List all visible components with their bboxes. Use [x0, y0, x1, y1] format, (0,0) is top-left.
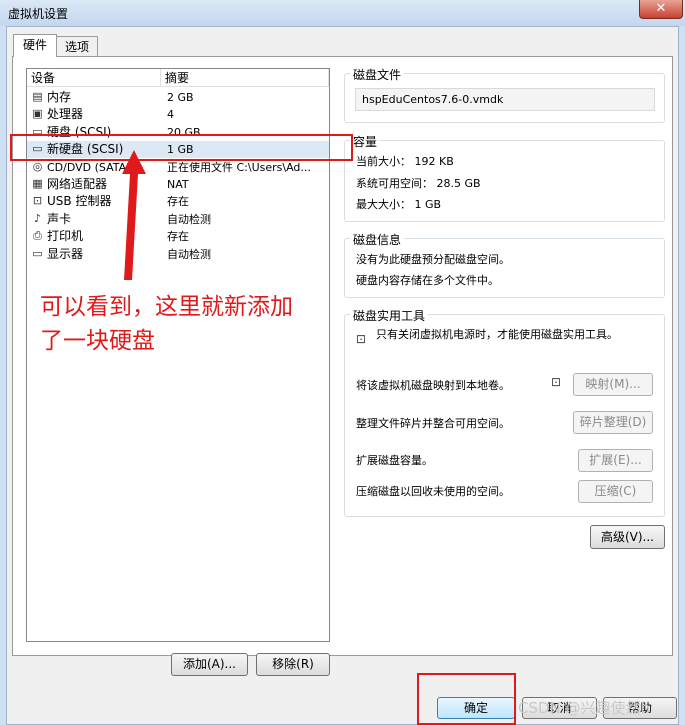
- title-bar: [0, 0, 685, 26]
- device-row-network[interactable]: ▦ 网络适配器 NAT: [27, 176, 329, 193]
- device-summary: 正在使用文件 C:\Users\Ad...: [167, 161, 311, 174]
- window-title: 虚拟机设置: [8, 7, 69, 21]
- capacity-title: 容量: [350, 133, 381, 150]
- disk-utilities-title: 磁盘实用工具: [350, 307, 429, 324]
- annotation-line1: 可以看到，这里就新添加: [40, 294, 293, 320]
- device-row-memory[interactable]: ▤ 内存 2 GB: [27, 89, 329, 106]
- device-summary: 自动检测: [167, 248, 211, 261]
- disk-info-line2: 硬盘内容存储在多个文件中。: [356, 274, 499, 287]
- cdrom-icon: ◎: [32, 160, 43, 173]
- column-header-device[interactable]: 设备: [27, 69, 161, 87]
- usb-icon: ⊡: [32, 194, 43, 207]
- remove-device-button[interactable]: 移除(R): [256, 653, 330, 676]
- printer-icon: ⎙: [33, 229, 42, 242]
- compact-button[interactable]: 压缩(C): [578, 480, 653, 503]
- device-name: USB 控制器: [47, 194, 112, 208]
- device-summary: 自动检测: [167, 213, 211, 226]
- tab-hardware[interactable]: 硬件: [13, 34, 57, 57]
- sound-icon: ♪: [33, 212, 42, 225]
- expand-button[interactable]: 扩展(E)...: [578, 449, 653, 472]
- tab-options[interactable]: 选项: [56, 36, 98, 57]
- max-size: 最大大小： 1 GB: [356, 198, 442, 211]
- device-name: 显示器: [47, 247, 84, 261]
- device-name: 内存: [47, 90, 72, 104]
- red-arrow: [122, 150, 146, 280]
- device-summary: 存在: [167, 195, 189, 208]
- device-row-display[interactable]: ▭ 显示器 自动检测: [27, 246, 329, 263]
- expand-label: 扩展磁盘容量。: [356, 454, 433, 467]
- device-row-cddvd[interactable]: ◎ CD/DVD (SATA) 正在使用文件 C:\Users\Ad...: [27, 159, 329, 176]
- close-button[interactable]: ✕: [639, 0, 683, 19]
- defrag-button[interactable]: 碎片整理(D): [573, 411, 653, 434]
- memory-icon: ▤: [32, 90, 43, 103]
- network-icon: ▦: [32, 177, 43, 190]
- defrag-label: 整理文件碎片并整合可用空间。: [356, 417, 510, 430]
- disk-file-title: 磁盘文件: [350, 66, 405, 83]
- device-row-usb[interactable]: ⊡ USB 控制器 存在: [27, 193, 329, 210]
- annotation-line2: 了一块硬盘: [40, 328, 155, 354]
- column-header-summary[interactable]: 摘要: [161, 69, 329, 87]
- display-icon: ▭: [32, 247, 43, 260]
- device-summary: 2 GB: [167, 91, 194, 104]
- map-button[interactable]: 映射(M)...: [573, 373, 653, 396]
- device-name: 声卡: [47, 212, 72, 226]
- device-row-printer[interactable]: ⎙ 打印机 存在: [27, 228, 329, 245]
- info-note-icon: ⊡: [551, 375, 562, 389]
- device-summary: 存在: [167, 230, 189, 243]
- device-summary: 4: [167, 108, 174, 121]
- device-name: 网络适配器: [47, 177, 108, 191]
- current-size: 当前大小： 192 KB: [356, 155, 454, 168]
- map-label: 将该虚拟机磁盘映射到本地卷。: [356, 379, 510, 392]
- device-row-processor[interactable]: ▣ 处理器 4: [27, 106, 329, 123]
- highlight-ok-button: [417, 673, 516, 725]
- highlight-new-disk: [10, 134, 353, 161]
- add-device-button[interactable]: 添加(A)...: [171, 653, 248, 676]
- info-note-icon: ⊡: [356, 332, 367, 346]
- watermark: CSDN @兴趣使然h: [518, 699, 651, 717]
- disk-file-field[interactable]: hspEduCentos7.6-0.vmdk: [355, 88, 655, 111]
- disk-info-title: 磁盘信息: [350, 231, 405, 248]
- device-row-sound[interactable]: ♪ 声卡 自动检测: [27, 211, 329, 228]
- processor-icon: ▣: [32, 107, 43, 120]
- disk-info-line1: 没有为此硬盘预分配磁盘空间。: [356, 253, 510, 266]
- compact-label: 压缩磁盘以回收未使用的空间。: [356, 485, 510, 498]
- close-icon: ✕: [655, 1, 667, 16]
- device-name: 打印机: [47, 229, 84, 243]
- device-summary: NAT: [167, 178, 189, 191]
- device-name: 处理器: [47, 107, 84, 121]
- utilities-note: 只有关闭虚拟机电源时，才能使用磁盘实用工具。: [376, 328, 618, 341]
- available-space: 系统可用空间： 28.5 GB: [356, 177, 481, 190]
- advanced-button[interactable]: 高级(V)...: [590, 525, 665, 549]
